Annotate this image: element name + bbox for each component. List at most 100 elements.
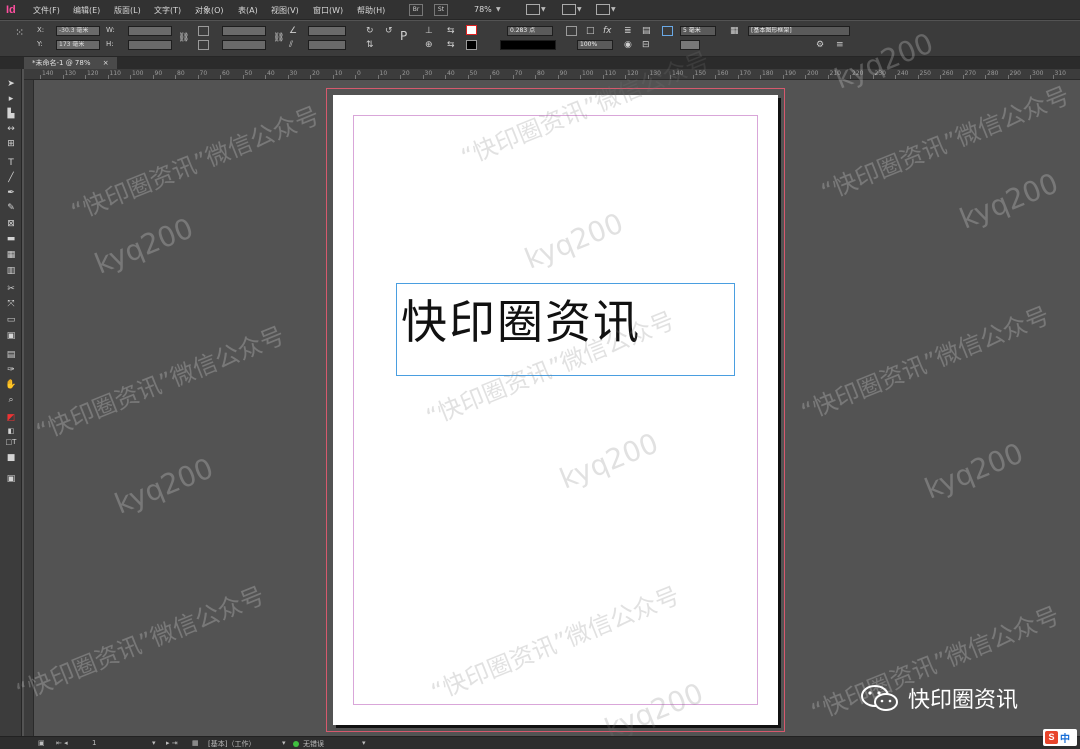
pen-tool-icon[interactable]: ✒: [5, 187, 17, 198]
screen-mode-icon[interactable]: ▣: [5, 473, 17, 484]
content-collector-icon[interactable]: ⊞: [5, 138, 17, 149]
page-nav-first-icon[interactable]: ⇤ ◂: [56, 739, 68, 747]
menu-table[interactable]: 表(A): [238, 5, 258, 16]
scale-x-field[interactable]: [222, 26, 266, 36]
width-field[interactable]: [128, 26, 172, 36]
stroke-type-select[interactable]: [500, 40, 556, 50]
chevron-down-icon[interactable]: ▾: [282, 739, 286, 747]
height-field[interactable]: [128, 40, 172, 50]
type-tool-icon[interactable]: T: [5, 157, 17, 168]
selection-tool-icon[interactable]: ➤: [5, 78, 17, 89]
ime-indicator[interactable]: S 中: [1043, 729, 1077, 746]
scissors-tool-icon[interactable]: ✂: [5, 283, 17, 294]
select-next-icon[interactable]: ⇆: [447, 40, 455, 50]
menu-window[interactable]: 窗口(W): [313, 5, 343, 16]
screen-mode-icon[interactable]: [562, 4, 576, 15]
effects-fx-icon[interactable]: fx: [603, 26, 612, 36]
formatting-affects-text-icon[interactable]: □T: [5, 436, 17, 447]
frame-text-content[interactable]: 快印圈资讯: [401, 286, 641, 352]
align-center-icon[interactable]: ⊟: [642, 40, 650, 50]
select-content-icon[interactable]: ⊕: [425, 40, 433, 50]
chevron-down-icon: ▼: [611, 6, 616, 13]
ruler-tick-label: 190: [784, 70, 796, 77]
gradient-feather-tool-icon[interactable]: ▣: [5, 330, 17, 341]
rectangle-frame-tool-icon[interactable]: ⊠: [5, 218, 17, 229]
y-field[interactable]: 173 毫米: [56, 40, 100, 50]
menu-object[interactable]: 对象(O): [195, 5, 224, 16]
line-tool-icon[interactable]: ╱: [5, 172, 17, 183]
pencil-tool-icon[interactable]: ✎: [5, 202, 17, 213]
free-transform-tool-icon[interactable]: ⤧: [5, 298, 17, 309]
menu-type[interactable]: 文字(T): [154, 5, 181, 16]
menu-layout[interactable]: 版面(L): [114, 5, 141, 16]
document-tab-bar: *未命名-1 @ 78% ×: [0, 57, 1080, 69]
reference-point-icon[interactable]: ⁙: [15, 27, 24, 38]
chevron-down-icon[interactable]: ▾: [362, 739, 366, 747]
panel-options-icon[interactable]: ⚙: [816, 40, 824, 50]
text-wrap-around-icon[interactable]: ▤: [642, 26, 651, 36]
spacing-field[interactable]: 5 毫米: [680, 26, 716, 36]
page-nav-next-icon[interactable]: ▸ ⇥: [166, 739, 178, 747]
zoom-level-select[interactable]: 78%: [474, 5, 492, 14]
panel-menu-icon[interactable]: ≡: [836, 40, 844, 50]
chevron-down-icon[interactable]: ▾: [152, 739, 156, 747]
master-page-label[interactable]: [基本]（工作）: [208, 739, 255, 749]
menu-help[interactable]: 帮助(H): [357, 5, 385, 16]
bridge-button[interactable]: Br: [409, 4, 423, 16]
drop-shadow-icon[interactable]: □: [586, 26, 595, 36]
fill-stroke-swatch-icon[interactable]: ◩: [5, 412, 17, 423]
stroke-swatch[interactable]: [466, 40, 477, 50]
rotation-field[interactable]: [308, 26, 346, 36]
ruler-tick: [310, 75, 311, 79]
text-wrap-icon[interactable]: ≣: [624, 26, 632, 36]
gradient-swatch-tool-icon[interactable]: ▭: [5, 314, 17, 325]
view-options-icon[interactable]: [526, 4, 540, 15]
document-tab-title: *未命名-1 @ 78%: [32, 59, 91, 67]
close-icon[interactable]: ×: [103, 59, 109, 67]
page-tool-icon[interactable]: ▙: [5, 108, 17, 119]
text-frame[interactable]: 快印圈资讯: [396, 283, 735, 376]
ruler-tick: [512, 75, 514, 79]
preflight-status[interactable]: 无错误: [303, 739, 324, 749]
grid-tool-icon[interactable]: ▥: [5, 265, 17, 276]
rotate-cw-icon[interactable]: ↻: [366, 26, 374, 36]
object-style-select[interactable]: [基本图形框架]: [748, 26, 850, 36]
rotate-ccw-icon[interactable]: ↺: [385, 26, 393, 36]
arrange-documents-icon[interactable]: [596, 4, 610, 15]
vertical-ruler[interactable]: [24, 80, 34, 736]
zoom-tool-icon[interactable]: ⌕: [5, 394, 17, 405]
document-tab[interactable]: *未命名-1 @ 78% ×: [24, 57, 117, 69]
apply-color-icon[interactable]: ■: [5, 452, 17, 463]
fitting-select[interactable]: [680, 40, 700, 50]
menu-edit[interactable]: 编辑(E): [73, 5, 100, 16]
table-tool-icon[interactable]: ▦: [5, 249, 17, 260]
default-colors-icon[interactable]: ◧: [5, 425, 17, 436]
constrain-proportions-icon[interactable]: ⛓: [273, 33, 284, 43]
note-tool-icon[interactable]: ▤: [5, 349, 17, 360]
direct-selection-tool-icon[interactable]: ▸: [5, 93, 17, 104]
select-container-icon[interactable]: ⊥: [425, 26, 433, 36]
stock-button[interactable]: St: [434, 4, 448, 16]
wechat-icon: [861, 685, 898, 711]
shear-field[interactable]: [308, 40, 346, 50]
align-object-icon[interactable]: ◉: [624, 40, 632, 50]
fill-none-swatch[interactable]: [466, 25, 477, 35]
select-prev-icon[interactable]: ⇆: [447, 26, 455, 36]
x-field[interactable]: -30.3 毫米: [56, 26, 100, 36]
flip-icon[interactable]: ⇅: [366, 40, 374, 50]
hand-tool-icon[interactable]: ✋: [5, 379, 17, 390]
scale-y-field[interactable]: [222, 40, 266, 50]
gap-tool-icon[interactable]: ↔: [5, 123, 17, 134]
opacity-field[interactable]: 100%: [577, 40, 613, 50]
eyedropper-tool-icon[interactable]: ✑: [5, 364, 17, 375]
stroke-weight-field[interactable]: 0.283 点: [507, 26, 553, 36]
link-icon[interactable]: ⛓: [178, 33, 189, 43]
status-view-icon[interactable]: ▣: [38, 739, 45, 747]
corner-shape-icon[interactable]: [566, 26, 577, 36]
frame-fitting-icon[interactable]: [662, 26, 673, 36]
menu-file[interactable]: 文件(F): [33, 5, 60, 16]
menu-view[interactable]: 视图(V): [271, 5, 299, 16]
horizontal-ruler[interactable]: 140 130 120 110 100 90 80 70 60 50 40 30 20 10 0 10 20 30…: [24, 69, 1080, 80]
page-number-field[interactable]: 1: [92, 739, 96, 747]
rectangle-tool-icon[interactable]: ▬: [5, 233, 17, 244]
